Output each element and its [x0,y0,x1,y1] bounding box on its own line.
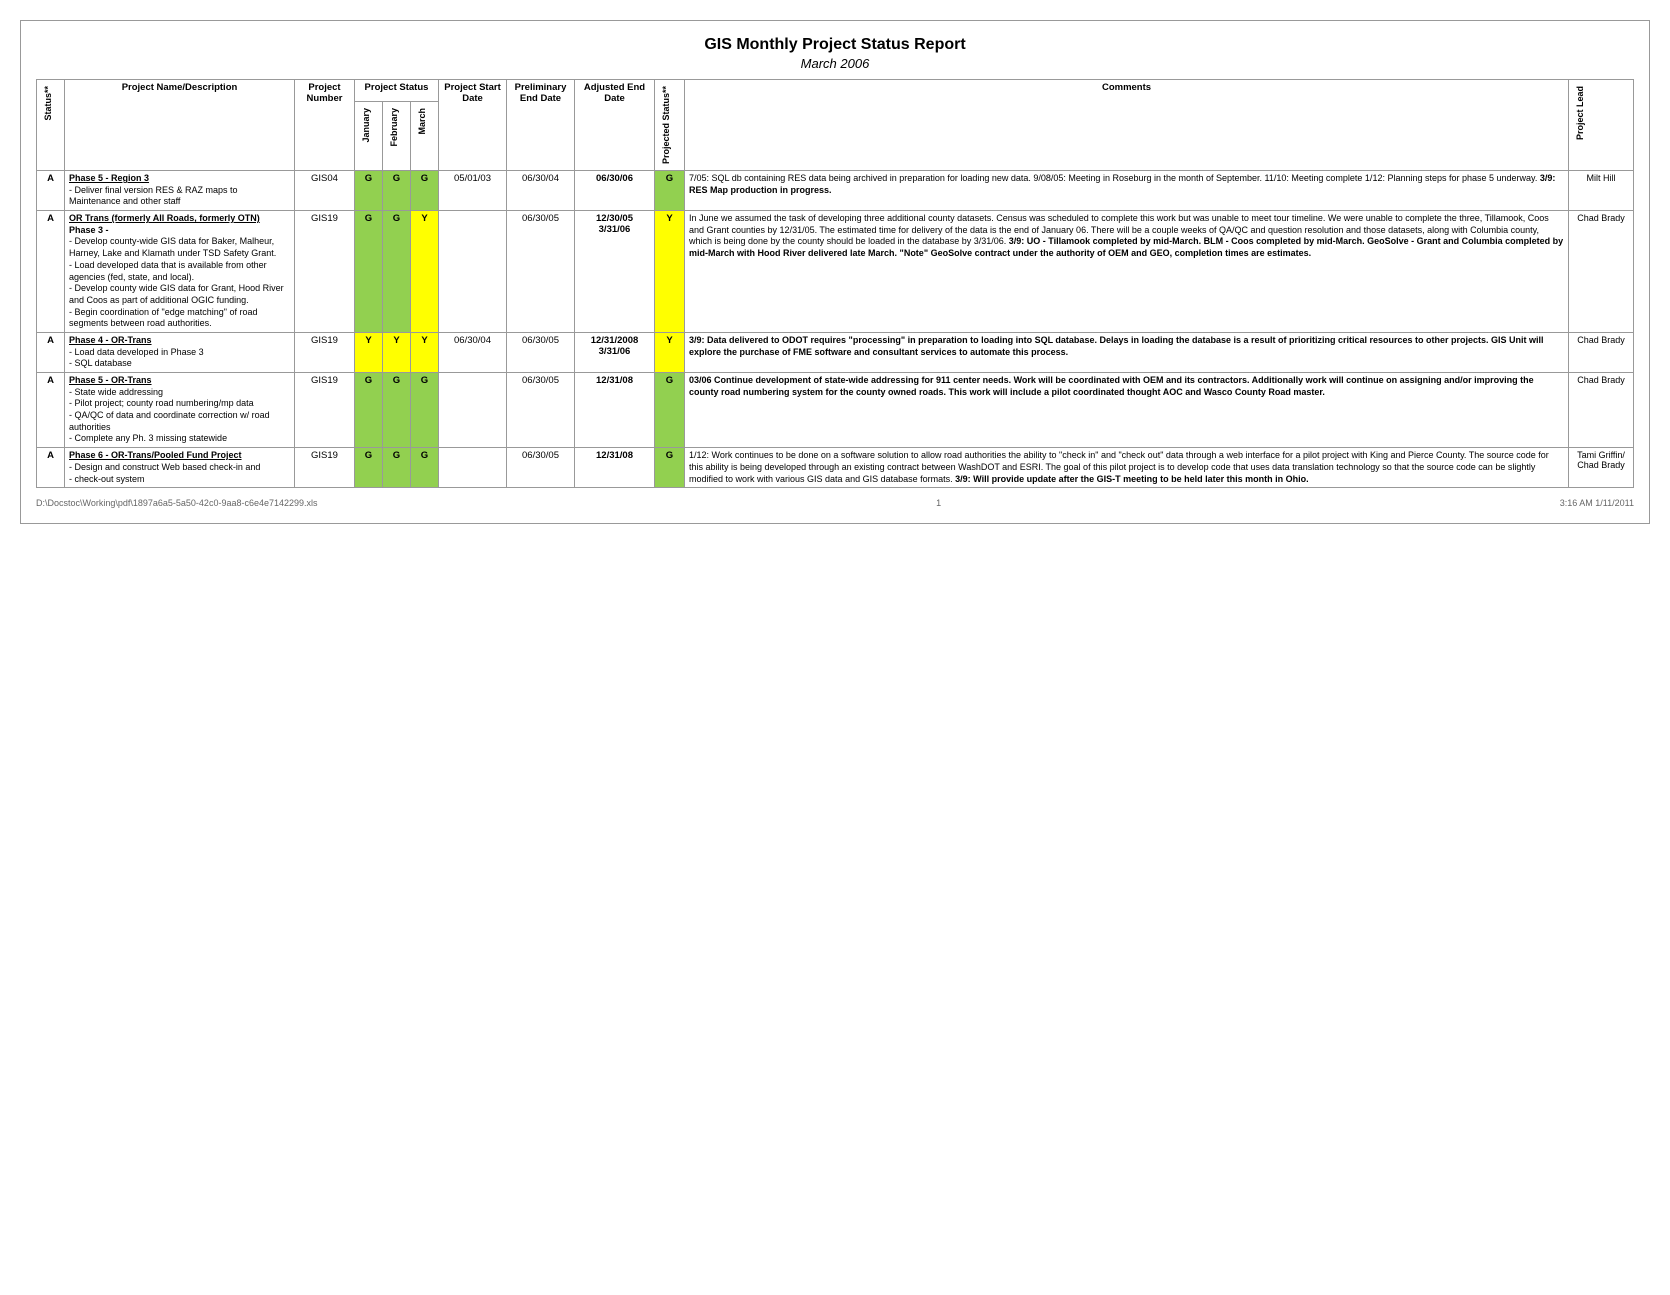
footer-right: 3:16 AM 1/11/2011 [1560,498,1634,508]
page: GIS Monthly Project Status Report March … [20,20,1650,524]
cell-status: A [37,332,65,372]
cell-jan: G [355,171,383,211]
footer-center: 1 [936,498,941,508]
main-table: Status** Project Name/Description Projec… [36,79,1634,488]
cell-project-number: GIS19 [295,332,355,372]
cell-lead: Tami Griffin/Chad Brady [1569,448,1634,488]
cell-feb: G [383,211,411,333]
cell-project-name: Phase 5 - OR-Trans- State wide addressin… [65,373,295,448]
cell-status: A [37,211,65,333]
cell-proj-status: G [655,171,685,211]
col-header-adj: Adjusted End Date [575,80,655,171]
cell-prelim-end: 06/30/05 [507,448,575,488]
cell-jan: Y [355,332,383,372]
cell-project-name: Phase 5 - Region 3- Deliver final versio… [65,171,295,211]
cell-project-number: GIS19 [295,211,355,333]
col-header-feb: February [383,101,411,170]
cell-project-number: GIS04 [295,171,355,211]
col-header-start: Project Start Date [439,80,507,171]
col-header-project-name: Project Name/Description [65,80,295,171]
col-header-status: Status** [37,80,65,171]
cell-comments: 03/06 Continue development of state-wide… [685,373,1569,448]
col-header-prelim: Preliminary End Date [507,80,575,171]
cell-mar: G [411,373,439,448]
cell-lead: Chad Brady [1569,211,1634,333]
cell-proj-status: Y [655,211,685,333]
table-row: APhase 6 - OR-Trans/Pooled Fund Project-… [37,448,1634,488]
cell-start-date [439,211,507,333]
cell-start-date: 06/30/04 [439,332,507,372]
report-title: GIS Monthly Project Status Report [36,36,1634,54]
cell-jan: G [355,448,383,488]
table-row: APhase 4 - OR-Trans- Load data developed… [37,332,1634,372]
col-header-comments: Comments [685,80,1569,171]
cell-jan: G [355,211,383,333]
cell-jan: G [355,373,383,448]
col-header-lead: Project Lead [1569,80,1634,171]
cell-project-number: GIS19 [295,448,355,488]
cell-comments: 1/12: Work continues to be done on a sof… [685,448,1569,488]
cell-project-name: Phase 4 - OR-Trans- Load data developed … [65,332,295,372]
cell-feb: G [383,373,411,448]
cell-mar: G [411,448,439,488]
cell-proj-status: Y [655,332,685,372]
cell-start-date [439,373,507,448]
cell-project-number: GIS19 [295,373,355,448]
cell-feb: G [383,448,411,488]
cell-lead: Chad Brady [1569,373,1634,448]
cell-prelim-end: 06/30/05 [507,211,575,333]
cell-status: A [37,448,65,488]
cell-start-date [439,448,507,488]
cell-adj-end: 06/30/06 [575,171,655,211]
cell-comments: 7/05: SQL db containing RES data being a… [685,171,1569,211]
table-row: APhase 5 - Region 3- Deliver final versi… [37,171,1634,211]
cell-status: A [37,171,65,211]
cell-proj-status: G [655,373,685,448]
cell-project-name: Phase 6 - OR-Trans/Pooled Fund Project- … [65,448,295,488]
cell-lead: Chad Brady [1569,332,1634,372]
cell-prelim-end: 06/30/04 [507,171,575,211]
table-row: APhase 5 - OR-Trans- State wide addressi… [37,373,1634,448]
cell-status: A [37,373,65,448]
cell-proj-status: G [655,448,685,488]
report-subtitle: March 2006 [36,56,1634,71]
cell-prelim-end: 06/30/05 [507,373,575,448]
col-header-project-num: Project Number [295,80,355,171]
cell-start-date: 05/01/03 [439,171,507,211]
cell-lead: Milt Hill [1569,171,1634,211]
footer-left: D:\Docstoc\Working\pdf\1897a6a5-5a50-42c… [36,498,318,508]
cell-comments: 3/9: Data delivered to ODOT requires "pr… [685,332,1569,372]
cell-mar: Y [411,332,439,372]
project-status-group: Project Status [355,80,439,102]
cell-adj-end: 12/31/20083/31/06 [575,332,655,372]
cell-adj-end: 12/31/08 [575,448,655,488]
cell-mar: G [411,171,439,211]
footer: D:\Docstoc\Working\pdf\1897a6a5-5a50-42c… [36,498,1634,508]
cell-comments: In June we assumed the task of developin… [685,211,1569,333]
cell-feb: Y [383,332,411,372]
cell-mar: Y [411,211,439,333]
table-row: AOR Trans (formerly All Roads, formerly … [37,211,1634,333]
cell-prelim-end: 06/30/05 [507,332,575,372]
col-header-jan: January [355,101,383,170]
col-header-proj-status: Projected Status** [655,80,685,171]
cell-adj-end: 12/30/053/31/06 [575,211,655,333]
cell-project-name: OR Trans (formerly All Roads, formerly O… [65,211,295,333]
col-header-mar: March [411,101,439,170]
cell-adj-end: 12/31/08 [575,373,655,448]
cell-feb: G [383,171,411,211]
